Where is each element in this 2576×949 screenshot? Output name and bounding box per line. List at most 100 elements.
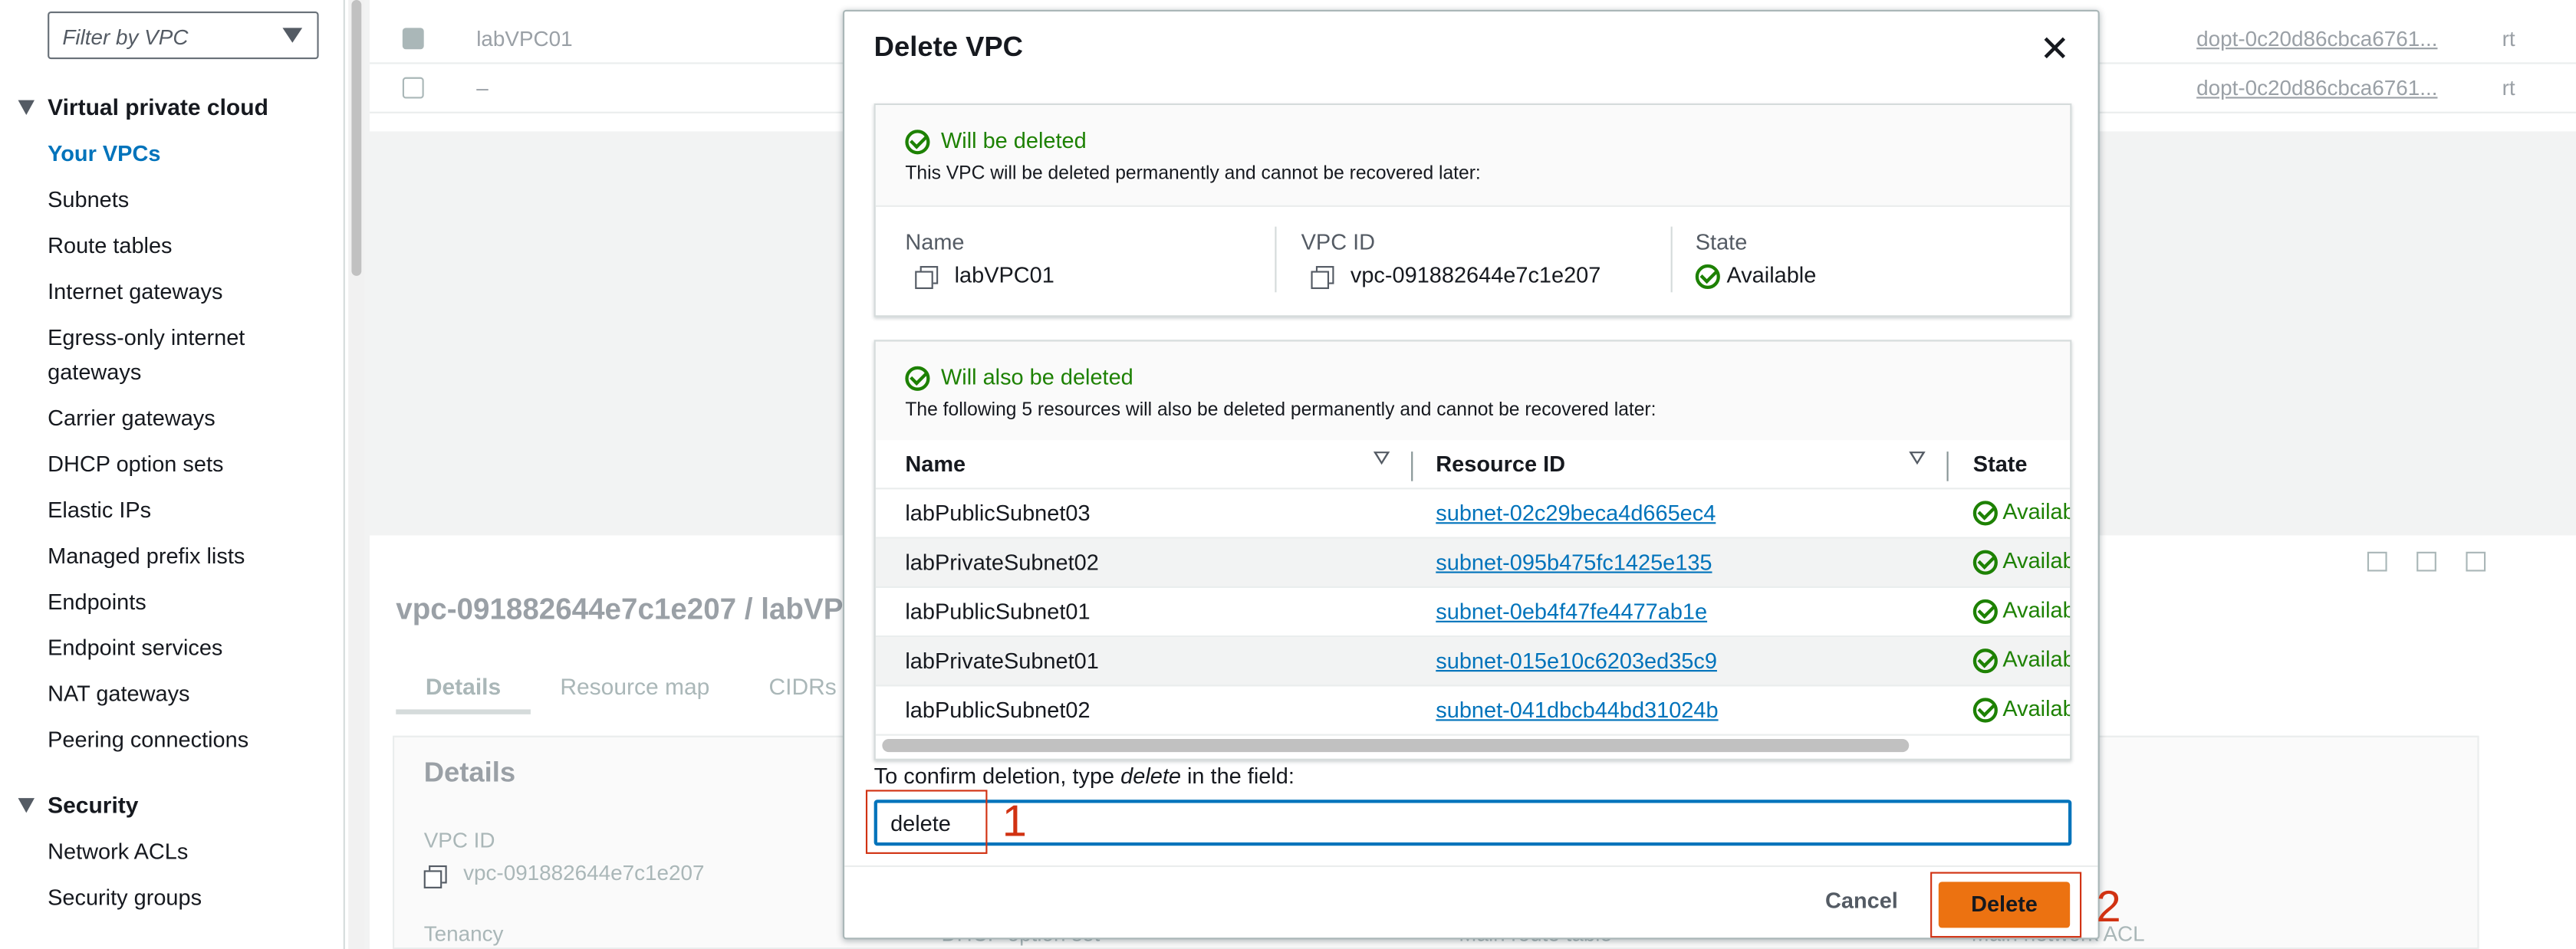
divider: [1275, 226, 1277, 293]
sort-icon[interactable]: [1373, 452, 1390, 465]
close-icon[interactable]: ✕: [2040, 31, 2070, 67]
vpc-id-label: VPC ID: [423, 827, 495, 852]
row-route-table[interactable]: rt: [2502, 76, 2515, 100]
check-circle-icon: [905, 130, 930, 155]
resource-state: Available: [1972, 647, 2070, 674]
annotation-box-1: [865, 790, 988, 854]
scrollbar-thumb[interactable]: [351, 0, 362, 276]
check-circle-icon: [1972, 599, 1998, 624]
check-circle-icon: [1972, 501, 1998, 526]
name-value: labVPC01: [915, 263, 1054, 290]
row-dhcp-link[interactable]: dopt-0c20d86cbca6761...: [2196, 26, 2437, 51]
confirm-delete-input[interactable]: delete: [873, 800, 2072, 846]
copy-icon[interactable]: [423, 865, 447, 888]
nav-route-tables[interactable]: Route tables: [48, 230, 172, 263]
details-heading: Details: [423, 757, 516, 789]
annotation-box-2: [1930, 872, 2082, 938]
will-be-deleted-card: Will be deleted This VPC will be deleted…: [873, 103, 2072, 317]
nav-subnets[interactable]: Subnets: [48, 184, 129, 217]
state-value: Available: [1695, 263, 1816, 289]
column-resizer[interactable]: [1946, 452, 1949, 481]
will-be-deleted-subtitle: This VPC will be deleted permanently and…: [905, 164, 1481, 184]
nav-endpoints[interactable]: Endpoints: [48, 586, 146, 619]
resource-id-link[interactable]: subnet-015e10c6203ed35c9: [1436, 649, 1717, 673]
state-label: State: [1695, 229, 1748, 255]
check-circle-icon: [1972, 550, 1998, 575]
caret-down-icon: [18, 99, 35, 114]
nav-carrier-gateways[interactable]: Carrier gateways: [48, 402, 215, 435]
resource-name: labPrivateSubnet02: [905, 550, 1099, 575]
section-security[interactable]: Security: [18, 792, 139, 818]
caret-down-icon: [18, 797, 35, 813]
row-vpc-name: –: [476, 75, 489, 100]
row-vpc-name: labVPC01: [476, 26, 573, 51]
nav-egress-only-internet-gateways[interactable]: Egress-only internet: [48, 322, 245, 355]
section-virtual-private-cloud[interactable]: Virtual private cloud: [18, 94, 268, 120]
tab-resource-map[interactable]: Resource map: [531, 663, 739, 714]
table-row: labPublicSubnet01 subnet-0eb4f47fe4477ab…: [875, 588, 2070, 638]
copy-icon[interactable]: [915, 266, 939, 290]
section-title: Virtual private cloud: [48, 94, 268, 120]
resource-id-link[interactable]: subnet-041dbcb44bd31024b: [1436, 698, 1718, 722]
section-title: Security: [48, 791, 139, 818]
resource-name: labPublicSubnet02: [905, 698, 1091, 723]
caret-down-icon: [282, 28, 303, 43]
nav-egress-only-internet-gateways-line2[interactable]: gateways: [48, 356, 141, 389]
resource-name: labPrivateSubnet01: [905, 649, 1099, 674]
row-checkbox[interactable]: [402, 28, 424, 50]
split-none-icon[interactable]: [2466, 551, 2486, 572]
resource-state: Available: [1972, 598, 2070, 624]
sort-icon[interactable]: [1909, 452, 1926, 465]
cancel-button[interactable]: Cancel: [1825, 888, 1898, 913]
resource-state: Available: [1972, 548, 2070, 575]
column-resizer[interactable]: [1411, 452, 1413, 481]
split-bottom-icon[interactable]: [2367, 551, 2387, 572]
modal-title: Delete VPC: [873, 31, 1023, 63]
will-also-be-deleted-card: Will also be deleted The following 5 res…: [873, 340, 2072, 760]
sidebar-scrollbar[interactable]: [348, 0, 365, 949]
vpc-filter-placeholder: Filter by VPC: [62, 25, 189, 50]
nav-your-vpcs[interactable]: Your VPCs: [48, 138, 160, 171]
nav-internet-gateways[interactable]: Internet gateways: [48, 276, 222, 309]
confirm-instructions: To confirm deletion, type delete in the …: [873, 763, 1295, 789]
nav-nat-gateways[interactable]: NAT gateways: [48, 678, 189, 711]
table-row: labPrivateSubnet02 subnet-095b475fc1425e…: [875, 538, 2070, 588]
row-dhcp-link[interactable]: dopt-0c20d86cbca6761...: [2196, 76, 2437, 100]
panel-title: vpc-091882644e7c1e207 / labVPC: [396, 593, 865, 626]
nav-network-acls[interactable]: Network ACLs: [48, 836, 188, 869]
nav-security-groups[interactable]: Security groups: [48, 882, 202, 915]
tab-details[interactable]: Details: [396, 663, 531, 714]
resource-name: labPublicSubnet03: [905, 501, 1091, 526]
panel-layout-icons: [2367, 551, 2486, 572]
column-header-name[interactable]: Name: [905, 452, 966, 476]
vpc-filter-select[interactable]: Filter by VPC: [48, 11, 319, 60]
resource-id-link[interactable]: subnet-02c29beca4d665ec4: [1436, 501, 1716, 525]
check-circle-icon: [905, 366, 930, 391]
resource-id-link[interactable]: subnet-0eb4f47fe4477ab1e: [1436, 599, 1707, 624]
table-row: labPublicSubnet02 subnet-041dbcb44bd3102…: [875, 686, 2070, 736]
resource-state: Available: [1972, 696, 2070, 723]
row-checkbox[interactable]: [402, 77, 424, 99]
table-row: labPrivateSubnet01 subnet-015e10c6203ed3…: [875, 637, 2070, 687]
column-header-resource-id[interactable]: Resource ID: [1436, 452, 1565, 476]
resource-id-link[interactable]: subnet-095b475fc1425e135: [1436, 550, 1712, 575]
divider: [1670, 226, 1673, 293]
resource-state: Available: [1972, 499, 2070, 526]
nav-dhcp-option-sets[interactable]: DHCP option sets: [48, 448, 223, 481]
will-also-be-deleted-subtitle: The following 5 resources will also be d…: [905, 400, 1656, 421]
card-header: Will be deleted This VPC will be deleted…: [875, 105, 2071, 207]
will-also-be-deleted-title: Will also be deleted: [905, 365, 1133, 391]
nav-elastic-ips[interactable]: Elastic IPs: [48, 494, 151, 527]
card-header: Will also be deleted The following 5 res…: [875, 341, 2071, 441]
horizontal-scrollbar[interactable]: [882, 738, 1910, 753]
vpc-id-value: vpc-091882644e7c1e207: [423, 861, 704, 888]
column-header-state[interactable]: State: [1973, 452, 2028, 476]
nav-endpoint-services[interactable]: Endpoint services: [48, 632, 222, 665]
check-circle-icon: [1972, 698, 1998, 723]
tenancy-label: Tenancy: [423, 921, 504, 946]
split-side-icon[interactable]: [2416, 551, 2436, 572]
row-route-table[interactable]: rt: [2502, 26, 2515, 51]
nav-peering-connections[interactable]: Peering connections: [48, 724, 248, 757]
copy-icon[interactable]: [1311, 266, 1334, 290]
nav-managed-prefix-lists[interactable]: Managed prefix lists: [48, 540, 245, 573]
